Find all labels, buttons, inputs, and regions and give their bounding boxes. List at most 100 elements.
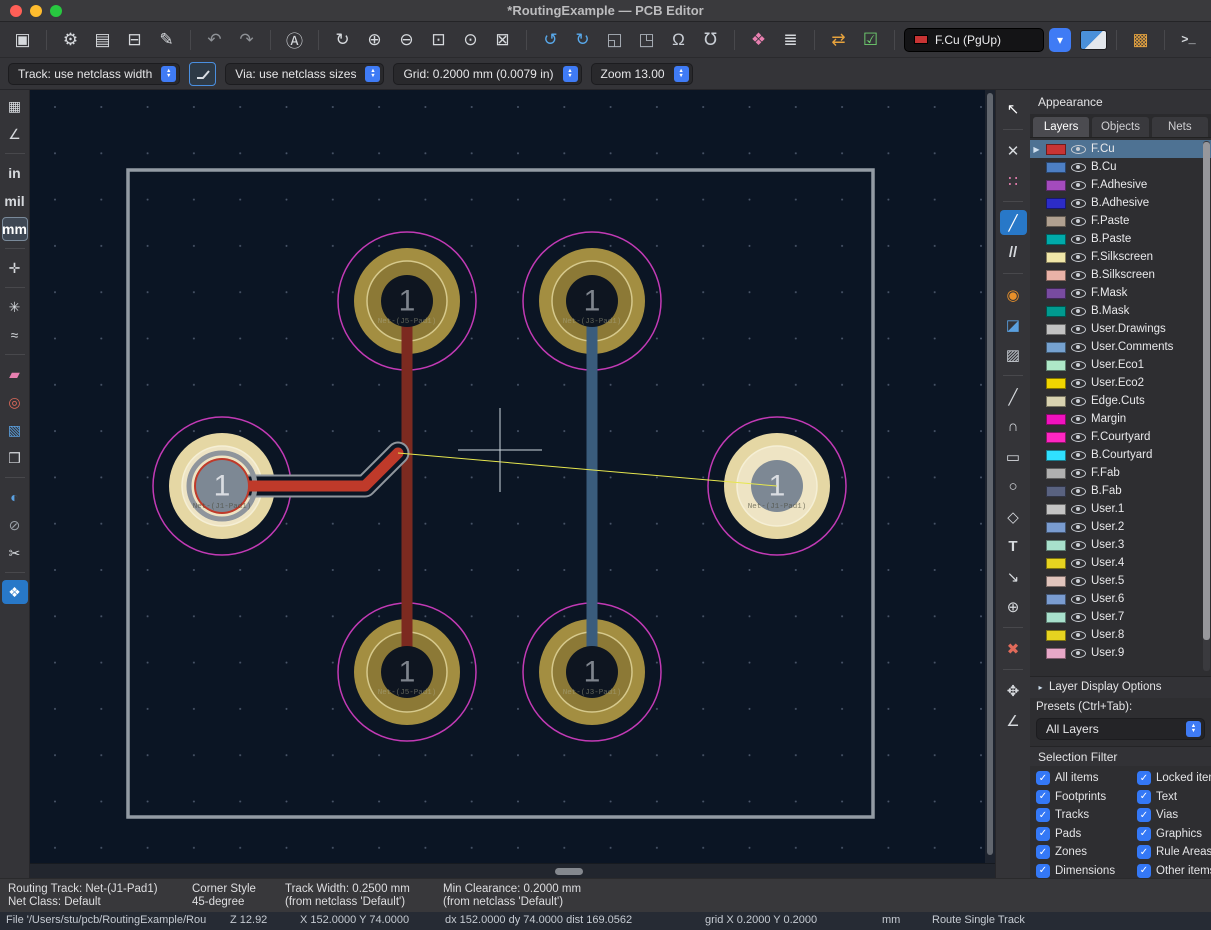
layer-row-user-7[interactable]: User.7 [1030,608,1211,626]
maximize-button[interactable] [50,5,62,17]
layer-color-swatch[interactable] [1046,233,1066,245]
checkbox-icon[interactable]: ✓ [1036,789,1050,804]
layer-color-swatch[interactable] [1046,611,1066,623]
edit-footprint-icon[interactable]: ▩ [1126,26,1155,54]
close-button[interactable] [10,5,22,17]
undo-icon[interactable]: ↶ [200,26,229,54]
hscrollbar-thumb[interactable] [555,868,583,875]
page-settings-icon[interactable]: ▤ [88,26,117,54]
layer-visibility-icon[interactable] [1071,522,1086,532]
zoom-in-icon[interactable]: ⊕ [360,26,389,54]
checkbox-icon[interactable]: ✓ [1036,808,1050,822]
checkbox-icon[interactable]: ✓ [1036,771,1050,785]
layer-visibility-icon[interactable] [1071,378,1086,388]
layer-row-user-drawings[interactable]: User.Drawings [1030,320,1211,338]
layer-row-b-adhesive[interactable]: B.Adhesive [1030,194,1211,212]
draw-arc-icon[interactable]: ∩ [1000,414,1027,439]
add-filled-zone-icon[interactable]: ◪ [1000,312,1027,337]
checkbox-icon[interactable]: ✓ [1036,845,1050,859]
rotate-cw-icon[interactable]: ↻ [568,26,597,54]
checkbox-icon[interactable]: ✓ [1137,863,1151,878]
vscrollbar-thumb[interactable] [987,93,993,855]
highlight-net-icon[interactable]: ∷ [1000,168,1027,193]
layer-row-b-mask[interactable]: B.Mask [1030,302,1211,320]
layers-manager-toggle-icon[interactable]: ❖ [1,580,28,604]
layer-row-user-5[interactable]: User.5 [1030,572,1211,590]
tab-layers[interactable]: Layers [1032,116,1091,137]
layer-color-swatch[interactable] [1046,575,1066,587]
filter-pads[interactable]: ✓ Pads [1036,826,1137,841]
track-display-mode-icon[interactable]: ▰ [2,362,28,386]
layer-visibility-icon[interactable] [1071,360,1086,370]
filter-rule-areas[interactable]: ✓ Rule Areas [1137,845,1211,860]
filter-text[interactable]: ✓ Text [1137,789,1211,804]
layer-color-swatch[interactable] [1046,197,1066,209]
cursor-shape-icon[interactable]: ✛ [2,256,28,280]
layer-row-user-eco1[interactable]: User.Eco1 [1030,356,1211,374]
checkbox-icon[interactable]: ✓ [1036,826,1050,841]
zone-display-mode-icon[interactable]: ▧ [2,418,28,442]
checkbox-icon[interactable]: ✓ [1137,845,1151,859]
select-tool-icon[interactable]: ↖ [1000,96,1027,121]
layer-color-swatch[interactable] [1046,413,1066,425]
layer-row-user-6[interactable]: User.6 [1030,590,1211,608]
filter-vias[interactable]: ✓ Vias [1137,808,1211,823]
show-ratsnest-icon[interactable]: ✳ [2,295,28,319]
layer-color-swatch[interactable] [1046,287,1066,299]
draw-rectangle-icon[interactable]: ▭ [1000,444,1027,469]
layer-color-swatch[interactable] [1046,593,1066,605]
curved-ratsnest-icon[interactable]: ≈ [2,323,28,347]
filter-other-items[interactable]: ✓ Other items [1137,863,1211,878]
layer-visibility-icon[interactable] [1071,270,1086,280]
zoom-selection-icon[interactable]: ⊠ [488,26,517,54]
print-icon[interactable]: ⊟ [120,26,149,54]
layer-row-user-8[interactable]: User.8 [1030,626,1211,644]
units-mils-icon[interactable]: mil [2,189,28,213]
layer-row-b-fab[interactable]: B.Fab [1030,482,1211,500]
find-icon[interactable]: Ⓐ [280,26,309,54]
layer-row-b-silkscreen[interactable]: B.Silkscreen [1030,266,1211,284]
layer-visibility-icon[interactable] [1071,648,1086,658]
layer-color-swatch[interactable] [1046,449,1066,461]
layer-row-margin[interactable]: Margin [1030,410,1211,428]
place-via-icon[interactable]: ◉ [1000,282,1027,307]
layer-visibility-icon[interactable] [1071,198,1086,208]
layer-visibility-icon[interactable] [1071,558,1086,568]
layer-visibility-icon[interactable] [1071,180,1086,190]
checkbox-icon[interactable]: ✓ [1036,863,1050,878]
layer-visibility-icon[interactable] [1071,540,1086,550]
layer-visibility-icon[interactable] [1071,144,1086,154]
drawing-sheet-visibility-icon[interactable]: ❒ [2,446,28,470]
tab-nets[interactable]: Nets [1150,116,1209,137]
active-layer-selector[interactable]: F.Cu (PgUp) [904,27,1044,52]
add-dimension-icon[interactable]: ↘ [1000,564,1027,589]
layer-visibility-icon[interactable] [1071,216,1086,226]
footprint-editor-icon[interactable]: ❖ [744,26,773,54]
layer-row-user-eco2[interactable]: User.Eco2 [1030,374,1211,392]
via-display-mode-icon[interactable]: ◎ [2,390,28,414]
layer-row-f-adhesive[interactable]: F.Adhesive [1030,176,1211,194]
filter-graphics[interactable]: ✓ Graphics [1137,826,1211,841]
layer-color-swatch[interactable] [1046,179,1066,191]
track-cleanup-icon[interactable]: ✂ [2,541,28,565]
units-inches-icon[interactable]: in [2,161,28,185]
layer-color-swatch[interactable] [1046,377,1066,389]
layers-scrollbar[interactable] [1203,141,1210,671]
set-grid-origin-icon[interactable]: ⊕ [1000,594,1027,619]
filter-zones[interactable]: ✓ Zones [1036,845,1137,860]
layer-row-f-cu[interactable]: ▶ F.Cu [1030,140,1211,158]
layer-row-user-4[interactable]: User.4 [1030,554,1211,572]
grid-dropdown[interactable]: Grid: 0.2000 mm (0.0079 in) ▲ ▼ [393,62,582,85]
layer-visibility-icon[interactable] [1071,288,1086,298]
presets-dropdown[interactable]: All Layers ▲ ▼ [1036,717,1205,740]
measure-tool-icon[interactable]: ∠ [1000,708,1027,733]
layer-display-options[interactable]: ▸ Layer Display Options [1030,675,1211,698]
layer-color-swatch[interactable] [1046,359,1066,371]
layer-visibility-icon[interactable] [1071,306,1086,316]
layer-visibility-icon[interactable] [1071,576,1086,586]
layer-visibility-icon[interactable] [1071,486,1086,496]
draw-circle-icon[interactable]: ○ [1000,474,1027,499]
via-size-dropdown[interactable]: Via: use netclass sizes ▲ ▼ [225,62,385,85]
layer-color-swatch[interactable] [1046,269,1066,281]
track-posture-button[interactable] [189,61,217,86]
